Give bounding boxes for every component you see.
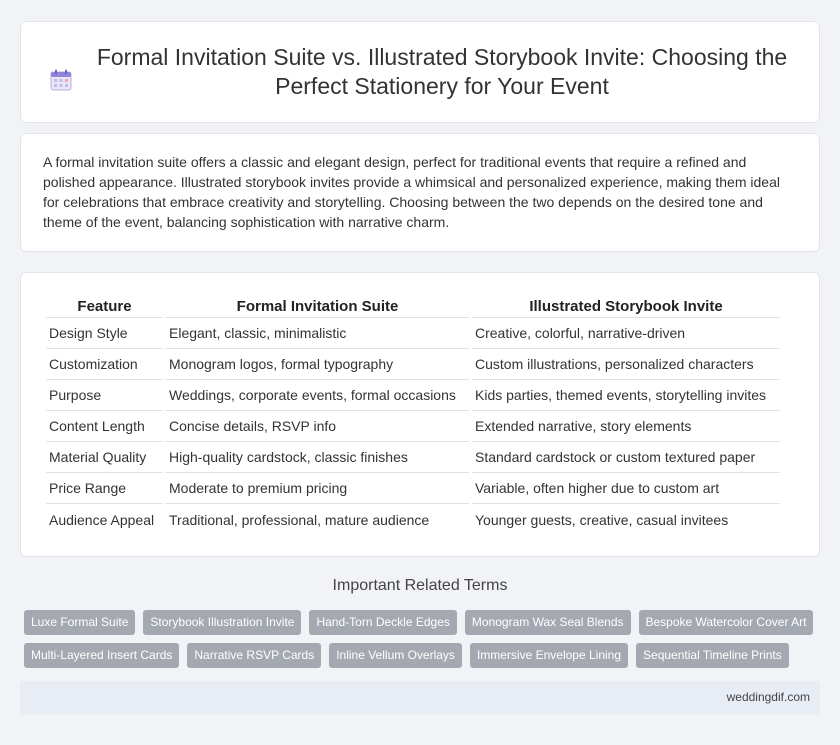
table-row: Customization Monogram logos, formal typ… (46, 349, 780, 380)
formal-cell: Monogram logos, formal typography (166, 349, 469, 380)
feature-cell: Content Length (46, 411, 163, 442)
table-row: Content Length Concise details, RSVP inf… (46, 411, 780, 442)
formal-cell: High-quality cardstock, classic finishes (166, 442, 469, 473)
page-title: Formal Invitation Suite vs. Illustrated … (96, 44, 788, 99)
related-terms-title: Important Related Terms (332, 577, 508, 594)
related-tag[interactable]: Luxe Formal Suite (24, 610, 136, 635)
comparison-table: Feature Formal Invitation Suite Illustra… (43, 295, 783, 535)
related-tag[interactable]: Bespoke Watercolor Cover Art (638, 610, 814, 635)
table-row: Audience Appeal Traditional, professiona… (46, 504, 780, 535)
storybook-cell: Standard cardstock or custom textured pa… (472, 442, 780, 473)
formal-cell: Weddings, corporate events, formal occas… (166, 380, 469, 411)
table-row: Price Range Moderate to premium pricing … (46, 473, 780, 504)
related-tag[interactable]: Monogram Wax Seal Blends (464, 610, 631, 635)
related-tags: Luxe Formal Suite Storybook Illustration… (24, 610, 824, 668)
storybook-cell: Creative, colorful, narrative-driven (472, 318, 780, 349)
title-card: Formal Invitation Suite vs. Illustrated … (20, 21, 820, 123)
related-tag[interactable]: Narrative RSVP Cards (187, 643, 322, 668)
storybook-cell: Variable, often higher due to custom art (472, 473, 780, 504)
feature-cell: Purpose (46, 380, 163, 411)
related-tag[interactable]: Immersive Envelope Lining (469, 643, 629, 668)
footer-site-link[interactable]: weddingdif.com (727, 690, 810, 704)
feature-cell: Customization (46, 349, 163, 380)
table-header-row: Feature Formal Invitation Suite Illustra… (46, 295, 780, 318)
feature-cell: Audience Appeal (49, 511, 155, 528)
intro-card: A formal invitation suite offers a class… (20, 133, 820, 252)
related-tag[interactable]: Inline Vellum Overlays (329, 643, 462, 668)
formal-cell: Concise details, RSVP info (166, 411, 469, 442)
footer: weddingdif.com (20, 681, 820, 714)
formal-cell: Traditional, professional, mature audien… (169, 511, 430, 528)
storybook-cell: Custom illustrations, personalized chara… (472, 349, 780, 380)
header-feature: Feature (46, 295, 163, 318)
comparison-card: Feature Formal Invitation Suite Illustra… (20, 272, 820, 557)
related-tag[interactable]: Hand-Torn Deckle Edges (309, 610, 457, 635)
title-wrap: Formal Invitation Suite vs. Illustrated … (50, 43, 790, 101)
header-storybook-invite: Illustrated Storybook Invite (472, 295, 780, 318)
table-row: Material Quality High-quality cardstock,… (46, 442, 780, 473)
related-tag[interactable]: Storybook Illustration Invite (143, 610, 302, 635)
feature-cell: Design Style (46, 318, 163, 349)
table-row: Design Style Elegant, classic, minimalis… (46, 318, 780, 349)
feature-cell: Material Quality (46, 442, 163, 473)
formal-cell: Moderate to premium pricing (166, 473, 469, 504)
table-row: Purpose Weddings, corporate events, form… (46, 380, 780, 411)
related-tag[interactable]: Sequential Timeline Prints (636, 643, 789, 668)
intro-paragraph: A formal invitation suite offers a class… (43, 154, 780, 230)
storybook-cell: Extended narrative, story elements (472, 411, 780, 442)
storybook-cell: Younger guests, creative, casual invitee… (475, 511, 729, 528)
header-formal-suite: Formal Invitation Suite (166, 295, 469, 318)
formal-cell: Elegant, classic, minimalistic (166, 318, 469, 349)
feature-cell: Price Range (46, 473, 163, 504)
storybook-cell: Kids parties, themed events, storytellin… (472, 380, 780, 411)
related-tag[interactable]: Multi-Layered Insert Cards (24, 643, 180, 668)
calendar-icon (50, 69, 72, 91)
